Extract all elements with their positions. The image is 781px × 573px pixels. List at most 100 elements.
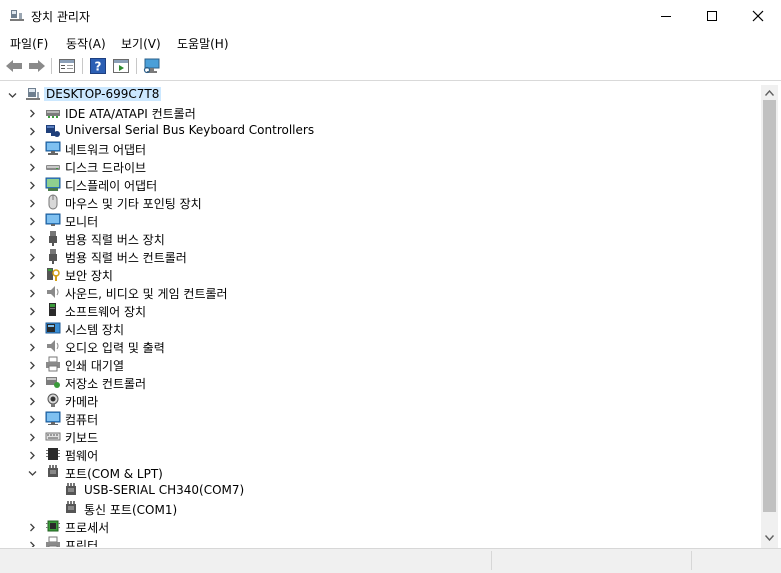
svg-text:?: ? (95, 60, 102, 74)
tree-category[interactable]: 사운드, 비디오 및 게임 컨트롤러 (1, 283, 760, 301)
close-button[interactable] (735, 0, 781, 31)
window-title: 장치 관리자 (31, 10, 91, 24)
tree-category[interactable]: 모니터 (1, 211, 760, 229)
chevron-right-icon[interactable] (28, 431, 37, 442)
chevron-right-icon[interactable] (28, 341, 37, 352)
chevron-right-icon[interactable] (28, 521, 37, 532)
tree-category[interactable]: 펌웨어 (1, 445, 760, 463)
tree-device-label: 통신 포트(COM1) (84, 503, 178, 517)
help-button[interactable]: ? (88, 57, 108, 75)
tree-category-label: 카메라 (65, 395, 99, 409)
tree-category-label: 범용 직렬 버스 장치 (65, 233, 165, 247)
tree-category[interactable]: 키보드 (1, 427, 760, 445)
camera-icon (45, 392, 61, 408)
ide-controller-icon (45, 104, 61, 120)
tree-category[interactable]: 포트(COM & LPT) (1, 463, 760, 481)
tree-category[interactable]: 디스크 드라이브 (1, 157, 760, 175)
chevron-right-icon[interactable] (28, 197, 37, 208)
toolbar-separator (136, 58, 137, 74)
device-tree: DESKTOP-699C7T8 IDE ATA/ATAPI 컨트롤러 Univers… (1, 83, 760, 547)
chevron-right-icon[interactable] (28, 305, 37, 316)
chevron-right-icon[interactable] (28, 251, 37, 262)
tree-category-label: 인쇄 대기열 (65, 359, 125, 373)
tree-category-label: Universal Serial Bus Keyboard Controller… (65, 123, 315, 137)
properties-button[interactable] (57, 57, 77, 75)
forward-button[interactable] (27, 57, 47, 75)
tree-category-label: 마우스 및 기타 포인팅 장치 (65, 197, 202, 211)
tree-category-label: 디스플레이 어댑터 (65, 179, 158, 193)
tree-category-label: 보안 장치 (65, 269, 113, 283)
help-icon: ? (90, 58, 106, 74)
keyboard-icon (45, 428, 61, 444)
chevron-right-icon[interactable] (28, 233, 37, 244)
chevron-right-icon[interactable] (28, 359, 37, 370)
tree-category[interactable]: 네트워크 어댑터 (1, 139, 760, 157)
tree-device[interactable]: 통신 포트(COM1) (1, 499, 760, 517)
scroll-up-icon[interactable] (765, 90, 774, 96)
chevron-right-icon[interactable] (28, 143, 37, 154)
tree-category[interactable]: IDE ATA/ATAPI 컨트롤러 (1, 103, 760, 121)
chevron-down-icon[interactable] (8, 89, 17, 98)
tree-category[interactable]: 컴퓨터 (1, 409, 760, 427)
tree-category[interactable]: 마우스 및 기타 포인팅 장치 (1, 193, 760, 211)
chevron-right-icon[interactable] (28, 107, 37, 118)
menu-bar: 파일(F) 동작(A) 보기(V) 도움말(H) (0, 31, 781, 53)
tree-category-label: 오디오 입력 및 출력 (65, 341, 165, 355)
close-icon (752, 10, 764, 21)
tree-category[interactable]: 프린터 (1, 535, 760, 547)
menu-action[interactable]: 동작(A) (66, 35, 106, 52)
menu-help[interactable]: 도움말(H) (177, 35, 229, 52)
chevron-right-icon[interactable] (28, 395, 37, 406)
tree-category[interactable]: 소프트웨어 장치 (1, 301, 760, 319)
tree-category-label: 시스템 장치 (65, 323, 125, 337)
chevron-right-icon[interactable] (28, 287, 37, 298)
tree-category[interactable]: 범용 직렬 버스 컨트롤러 (1, 247, 760, 265)
computer-icon (45, 410, 61, 426)
chevron-right-icon[interactable] (28, 179, 37, 190)
tree-root[interactable]: DESKTOP-699C7T8 (1, 85, 760, 103)
tree-category[interactable]: 보안 장치 (1, 265, 760, 283)
chevron-right-icon[interactable] (28, 377, 37, 388)
computer-root-icon (25, 86, 41, 102)
tree-category[interactable]: Universal Serial Bus Keyboard Controller… (1, 121, 760, 139)
tree-category[interactable]: 오디오 입력 및 출력 (1, 337, 760, 355)
chevron-right-icon[interactable] (28, 125, 37, 136)
tree-category[interactable]: 디스플레이 어댑터 (1, 175, 760, 193)
forward-icon (29, 60, 45, 72)
back-button[interactable] (4, 57, 24, 75)
tree-device-label: USB-SERIAL CH340(COM7) (84, 483, 245, 497)
port-icon (63, 482, 79, 498)
tree-device[interactable]: USB-SERIAL CH340(COM7) (1, 481, 760, 499)
mouse-icon (45, 194, 61, 210)
maximize-button[interactable] (689, 0, 735, 31)
tree-category[interactable]: 카메라 (1, 391, 760, 409)
menu-view[interactable]: 보기(V) (121, 35, 161, 52)
chevron-down-icon[interactable] (28, 467, 37, 476)
chevron-right-icon[interactable] (28, 449, 37, 460)
tree-category-label: 펌웨어 (65, 449, 99, 463)
scan-hardware-button[interactable] (142, 57, 162, 75)
tree-category[interactable]: 프로세서 (1, 517, 760, 535)
tree-category[interactable]: 인쇄 대기열 (1, 355, 760, 373)
tree-category[interactable]: 시스템 장치 (1, 319, 760, 337)
tree-category[interactable]: 범용 직렬 버스 장치 (1, 229, 760, 247)
update-driver-button[interactable] (111, 57, 131, 75)
chevron-right-icon[interactable] (28, 539, 37, 547)
minimize-icon (661, 15, 671, 17)
scroll-down-icon[interactable] (765, 535, 774, 541)
chevron-right-icon[interactable] (28, 161, 37, 172)
status-cell (491, 551, 692, 570)
port-icon (45, 464, 61, 480)
menu-file[interactable]: 파일(F) (10, 35, 48, 52)
chevron-right-icon[interactable] (28, 413, 37, 424)
tree-category-label: 모니터 (65, 215, 99, 229)
chevron-right-icon[interactable] (28, 215, 37, 226)
tree-category[interactable]: 저장소 컨트롤러 (1, 373, 760, 391)
vertical-scrollbar[interactable] (761, 85, 778, 548)
tree-category-label: 프린터 (65, 539, 99, 547)
chevron-right-icon[interactable] (28, 269, 37, 280)
minimize-button[interactable] (643, 0, 689, 31)
chevron-right-icon[interactable] (28, 323, 37, 334)
scrollbar-thumb[interactable] (763, 100, 776, 512)
firmware-icon (45, 446, 61, 462)
